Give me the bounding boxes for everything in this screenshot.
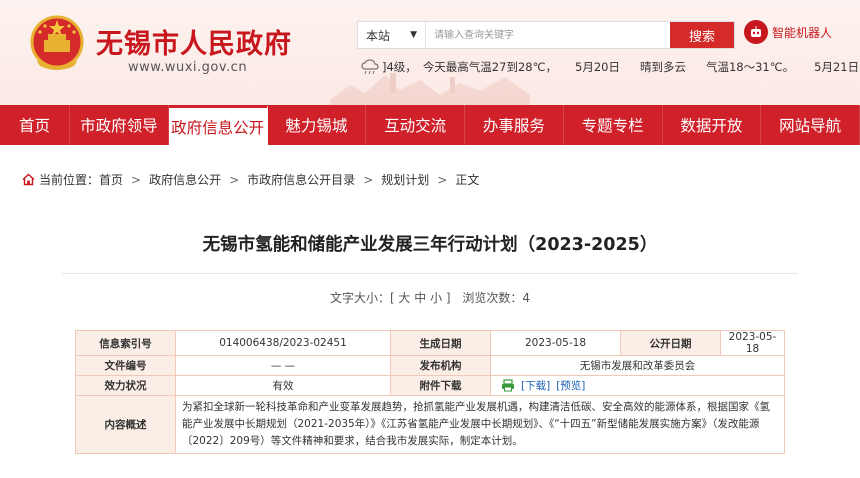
pub-date-label: 公开日期 (620, 330, 721, 356)
breadcrumb-separator: > (363, 172, 374, 187)
font-size-controls[interactable]: 文字大小：[ 大 中 小 ] (330, 291, 451, 305)
issuer-label: 发布机构 (390, 355, 491, 376)
table-row: 内容概述 为紧扣全球新一轮科技革命和产业变革发展趋势，抢抓氢能产业发展机遇，构建… (75, 395, 785, 454)
title-divider (62, 273, 798, 274)
attachment-label: 附件下载 (390, 375, 491, 396)
nav-item-charm[interactable]: 魅力锡城 (268, 105, 367, 145)
weather-bar: ]4级， 今天最高气温27到28℃， 5月20日 晴到多云 气温18～31℃。 … (360, 59, 860, 75)
views-label: 浏览次数： (462, 291, 523, 305)
weather-today-wind: ]4级， (382, 60, 417, 74)
table-row: 信息索引号 014006438/2023-02451 生成日期 2023-05-… (75, 330, 785, 356)
weather-next-cond: 晴到多云 (639, 60, 686, 74)
breadcrumb-item-catalog[interactable]: 市政府信息公开目录 (247, 171, 355, 188)
doc-no-value: — — (175, 355, 391, 376)
cloud-rain-icon (361, 59, 379, 75)
breadcrumb-prefix: 当前位置： (39, 173, 100, 187)
nav-item-home[interactable]: 首页 (0, 105, 70, 145)
attachment-cell: [下载] [预览] (490, 375, 785, 396)
index-value: 014006438/2023-02451 (175, 330, 391, 356)
attachment-actions: [下载] [预览] (495, 378, 780, 393)
table-row: 文件编号 — — 发布机构 无锡市发展和改革委员会 (75, 355, 785, 376)
article-meta: 文字大小：[ 大 中 小 ] 浏览次数：4 (0, 289, 860, 306)
weather-today-temp: 今天最高气温27到28℃， (422, 60, 557, 74)
breadcrumb-separator: > (131, 172, 142, 187)
validity-label: 效力状况 (75, 375, 176, 396)
breadcrumb-separator: > (437, 172, 448, 187)
validity-value: 有效 (175, 375, 391, 396)
weather-next-date: 5月21日 (814, 60, 860, 74)
nav-item-open-data[interactable]: 数据开放 (663, 105, 762, 145)
nav-item-topics[interactable]: 专题专栏 (564, 105, 663, 145)
search-scope-label: 本站 (366, 28, 391, 43)
table-row: 效力状况 有效 附件下载 [下载] [预览] (75, 375, 785, 396)
robot-label: 智能机器人 (772, 25, 833, 40)
nav-item-gov-info[interactable]: 政府信息公开 (168, 105, 268, 145)
chevron-down-icon: ▼ (410, 30, 417, 40)
summary-value: 为紧扣全球新一轮科技革命和产业变革发展趋势，抢抓氢能产业发展机遇，构建清洁低碳、… (175, 395, 785, 454)
index-label: 信息索引号 (75, 330, 176, 356)
print-icon (502, 379, 514, 392)
info-table: 信息索引号 014006438/2023-02451 生成日期 2023-05-… (75, 330, 785, 454)
national-emblem-icon (30, 15, 84, 70)
nav-item-interaction[interactable]: 互动交流 (366, 105, 465, 145)
page-title: 无锡市氢能和储能产业发展三年行动计划（2023-2025） (202, 235, 658, 255)
home-icon (22, 173, 35, 186)
site-header: 无锡市人民政府 www.wuxi.gov.cn 本站 ▼ 搜索 智能机器人 ]4… (0, 0, 860, 105)
breadcrumb-item-gov-info[interactable]: 政府信息公开 (149, 171, 221, 188)
summary-label: 内容概述 (75, 395, 176, 454)
site-url: www.wuxi.gov.cn (128, 60, 248, 75)
search-button[interactable]: 搜索 (670, 22, 734, 48)
weather-today-date: 5月20日 (575, 60, 620, 74)
doc-no-label: 文件编号 (75, 355, 176, 376)
main-nav: 首页 市政府领导 政府信息公开 魅力锡城 互动交流 办事服务 专题专栏 数据开放… (0, 105, 860, 145)
nav-item-leaders[interactable]: 市政府领导 (70, 105, 169, 145)
preview-link[interactable]: [预览] (556, 378, 585, 393)
nav-item-services[interactable]: 办事服务 (465, 105, 564, 145)
views-count: 4 (522, 291, 531, 305)
robot-icon (744, 20, 768, 44)
search-scope-select[interactable]: 本站 ▼ (358, 22, 426, 48)
breadcrumb: 当前位置： 首页 > 政府信息公开 > 市政府信息公开目录 > 规划计划 > 正… (22, 171, 479, 188)
pub-date-value: 2023-05-18 (720, 330, 785, 356)
site-name[interactable]: 无锡市人民政府 (96, 22, 292, 61)
issuer-value: 无锡市发展和改革委员会 (490, 355, 785, 376)
search-input[interactable] (426, 22, 670, 48)
gen-date-label: 生成日期 (390, 330, 491, 356)
download-link[interactable]: [下载] (521, 378, 550, 393)
search-bar: 本站 ▼ 搜索 (357, 21, 735, 49)
breadcrumb-item-planning[interactable]: 规划计划 (381, 171, 429, 188)
breadcrumb-item-home[interactable]: 首页 (99, 171, 123, 188)
gen-date-value: 2023-05-18 (490, 330, 621, 356)
breadcrumb-separator: > (229, 172, 240, 187)
breadcrumb-item-current: 正文 (455, 173, 480, 187)
nav-item-sitemap[interactable]: 网站导航 (761, 105, 860, 145)
smart-robot-link[interactable]: 智能机器人 (744, 20, 832, 44)
weather-next-temp: 气温18～31℃。 (705, 60, 795, 74)
